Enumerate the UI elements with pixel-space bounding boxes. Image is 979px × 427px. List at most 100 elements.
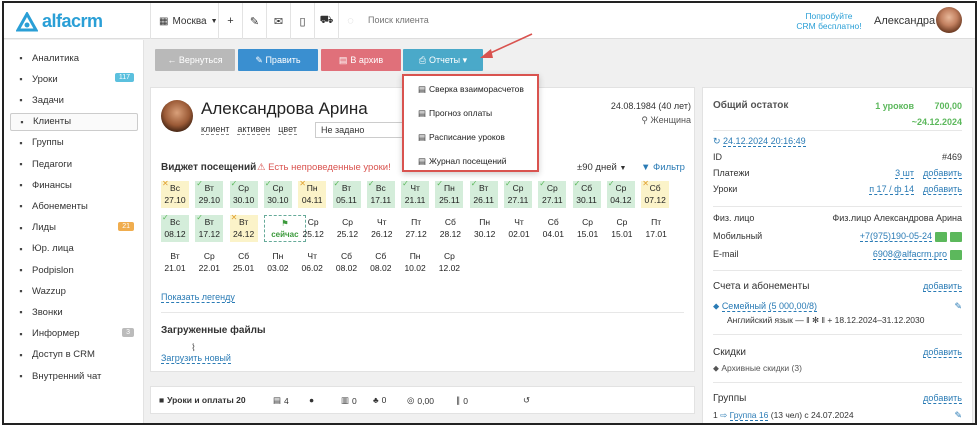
attendance-cell[interactable]: ✕ Пн 04.11 <box>298 179 327 208</box>
add-discount-link[interactable]: добавить <box>923 347 962 358</box>
phone-icon[interactable] <box>950 231 962 242</box>
attendance-cell[interactable]: Сб 28.12 <box>436 215 464 242</box>
tab-7[interactable]: ↺ <box>523 395 533 406</box>
reports-menu-item-0[interactable]: ▤ Сверка взаиморасчетов <box>418 84 524 95</box>
tag-color[interactable]: цвет <box>278 124 297 135</box>
subscription-item[interactable]: ⬥ Семейный (5 000,00/8) <box>713 301 818 312</box>
loading-button[interactable]: ◌ <box>338 3 362 39</box>
attendance-cell[interactable]: Ср 15.01 <box>574 215 602 242</box>
attendance-cell[interactable]: ✓ Ср 27.11 <box>538 179 567 208</box>
group-link[interactable]: Группа 16 <box>729 410 769 421</box>
reports-button[interactable]: ⎙ Отчеты ▾ <box>403 49 483 71</box>
attendance-cell[interactable]: Пн 10.02 <box>401 249 429 276</box>
tab-5[interactable]: ◎ 0,00 <box>407 395 434 406</box>
attendance-cell[interactable]: ✓ Вт 29.10 <box>195 179 224 208</box>
attendance-cell[interactable]: Вт 21.01 <box>161 249 189 276</box>
attendance-cell[interactable]: ✓ Пн 25.11 <box>435 179 464 208</box>
attendance-cell[interactable]: Пн 03.02 <box>264 249 292 276</box>
tab-0[interactable]: ■ Уроки и оплаты 20 <box>159 395 246 405</box>
attendance-cell[interactable]: Сб 25.01 <box>230 249 258 276</box>
sidebar-item-5[interactable]: ▪ Педагоги <box>10 155 138 173</box>
attendance-cell[interactable]: Ср 15.01 <box>608 215 636 242</box>
show-legend-link[interactable]: Показать легенду <box>161 292 235 303</box>
attendance-cell[interactable]: ✓ Ср 30.10 <box>229 179 258 208</box>
sidebar-item-10[interactable]: ▪ Podpislon <box>10 261 138 279</box>
attendance-cell[interactable]: ✓ Ср 04.12 <box>606 179 635 208</box>
reports-menu-item-1[interactable]: ▤ Прогноз оплаты <box>418 108 492 119</box>
attendance-cell[interactable]: Пт 27.12 <box>402 215 430 242</box>
sidebar-item-2[interactable]: ▪ Задачи <box>10 91 138 109</box>
attendance-cell[interactable]: Ср 25.12 <box>334 215 362 242</box>
sidebar-item-14[interactable]: ▪ Доступ в CRM <box>10 346 138 364</box>
logo[interactable]: alfacrm <box>16 11 103 32</box>
avatar[interactable] <box>936 7 962 33</box>
attendance-cell[interactable]: ✓ Ср 30.10 <box>263 179 292 208</box>
email-icon[interactable] <box>935 231 947 242</box>
tab-6[interactable]: ∥ 0 <box>456 395 468 406</box>
envelope-icon[interactable] <box>950 249 962 260</box>
email-value[interactable]: 6908@alfacrm.pro <box>872 249 947 260</box>
reports-menu-item-3[interactable]: ▤ Журнал посещений <box>418 156 507 167</box>
attendance-cell[interactable]: ✕ Вс 27.10 <box>161 179 189 208</box>
attendance-cell[interactable]: ✓ Вт 26.11 <box>469 179 498 208</box>
edit-button[interactable]: ✎ Править <box>238 49 318 71</box>
attendance-cell[interactable]: ✓ Вс 08.12 <box>161 213 189 242</box>
tab-1[interactable]: ▤ 4 <box>273 395 289 406</box>
add-payment-link[interactable]: добавить <box>923 168 962 179</box>
attendance-cell[interactable]: Пн 30.12 <box>471 215 499 242</box>
add-button[interactable]: + <box>218 3 242 39</box>
sidebar-item-7[interactable]: ▪ Абонементы <box>10 197 138 215</box>
upload-link[interactable]: Загрузить новый <box>161 353 231 364</box>
sidebar-item-11[interactable]: ▪ Wazzup <box>10 282 138 300</box>
attendance-cell[interactable]: ✕ Сб 07.12 <box>641 179 670 208</box>
days-range-select[interactable]: ±90 дней ▼ <box>577 162 626 173</box>
edit-group-icon[interactable]: ✎ <box>954 410 962 421</box>
balance-updated[interactable]: ↻ 24.12.2024 20:16:49 <box>713 136 806 147</box>
attendance-cell[interactable]: ✕ Вт 24.12 <box>229 213 258 242</box>
tab-4[interactable]: ♣ 0 <box>373 395 386 405</box>
tab-3[interactable]: ▥ 0 <box>341 395 357 406</box>
sidebar-item-15[interactable]: ▪ Внутренний чат <box>10 367 138 385</box>
attendance-cell[interactable]: Сб 04.01 <box>539 215 567 242</box>
sidebar-item-9[interactable]: ▪ Юр. лица <box>10 240 138 258</box>
user-name[interactable]: Александра <box>874 15 935 27</box>
back-button[interactable]: ← Вернуться <box>155 49 235 71</box>
attendance-cell[interactable]: ✓ Чт 21.11 <box>401 179 430 208</box>
attendance-cell[interactable]: Ср 25.12 <box>299 215 327 242</box>
attendance-cell[interactable]: Сб 08.02 <box>333 249 361 276</box>
sidebar-item-8[interactable]: ▪ Лиды 21 <box>10 219 138 237</box>
add-account-link[interactable]: добавить <box>923 281 962 292</box>
attendance-cell[interactable]: Чт 26.12 <box>368 215 396 242</box>
add-group-link[interactable]: добавить <box>923 393 962 404</box>
attendance-cell[interactable]: ✓ Ср 27.11 <box>504 179 532 208</box>
attendance-cell[interactable]: Ср 22.01 <box>195 249 223 276</box>
search-input[interactable] <box>368 15 548 25</box>
sidebar-item-12[interactable]: ▪ Звонки <box>10 303 138 321</box>
cart-button[interactable]: ⛟ <box>314 3 338 39</box>
archive-discounts[interactable]: ⬥ Архивные скидки (3) <box>713 363 802 374</box>
edit-subscription-icon[interactable]: ✎ <box>954 301 962 312</box>
lessons-count-link[interactable]: п 17 / ф 14 <box>869 184 914 195</box>
mobile-value[interactable]: +7(975)190-05-24 <box>859 231 932 242</box>
sidebar-item-0[interactable]: ▪ Аналитика <box>10 49 138 67</box>
attendance-cell[interactable]: ✓ Вс 17.11 <box>366 179 395 208</box>
sidebar-item-4[interactable]: ▪ Группы <box>10 134 138 152</box>
attendance-cell[interactable]: Чт 02.01 <box>505 215 533 242</box>
tag-client[interactable]: клиент <box>201 124 230 135</box>
attendance-cell[interactable]: Сб 08.02 <box>367 249 395 276</box>
promo-link[interactable]: Попробуйте CRM бесплатно! <box>784 11 874 31</box>
filter-button[interactable]: ▼ Фильтр <box>641 162 685 173</box>
sidebar-item-1[interactable]: ▪ Уроки 117 <box>10 70 138 88</box>
attendance-cell[interactable]: ✓ Вт 05.11 <box>332 179 361 208</box>
tag-active[interactable]: активен <box>237 124 271 135</box>
sidebar-item-13[interactable]: ▪ Информер 3 <box>10 325 138 343</box>
sidebar-item-3[interactable]: ▪ Клиенты <box>10 112 138 131</box>
tools-button[interactable]: ✎ <box>242 3 266 39</box>
status-select[interactable]: Не задано <box>315 122 415 138</box>
attendance-cell[interactable]: ✓ Сб 30.11 <box>572 179 601 208</box>
attendance-cell[interactable]: Пт 17.01 <box>642 215 670 242</box>
mail-button[interactable]: ✉ <box>266 3 290 39</box>
attendance-cell[interactable]: Ср 12.02 <box>435 249 463 276</box>
attendance-cell[interactable]: Чт 06.02 <box>298 249 326 276</box>
city-selector[interactable]: ▦ Москва ▼ <box>150 3 226 39</box>
